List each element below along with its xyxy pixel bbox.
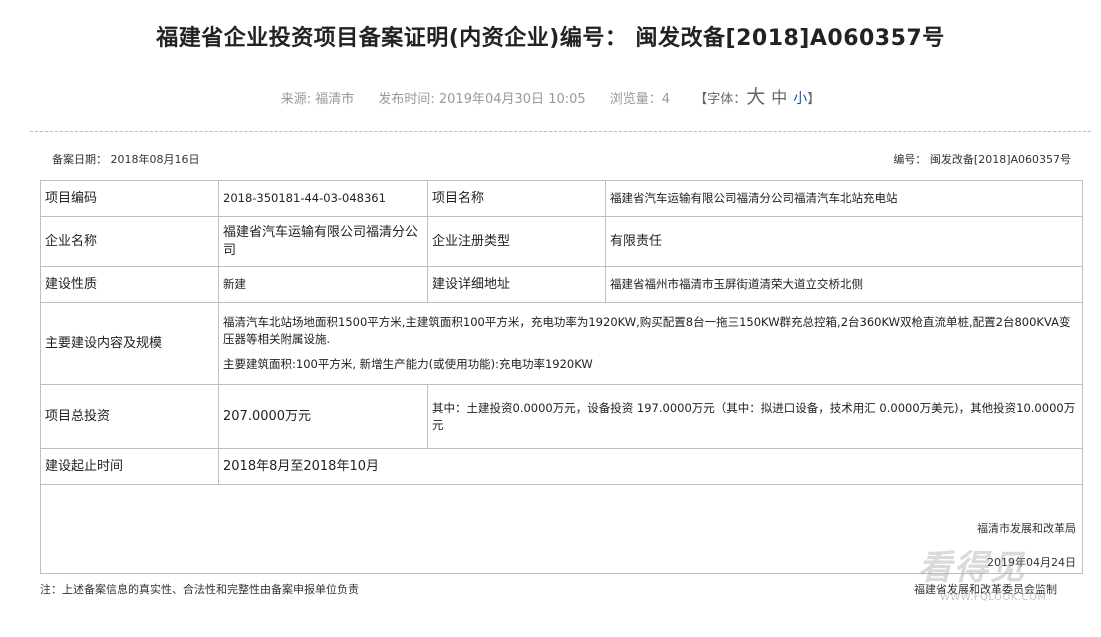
page-title: 福建省企业投资项目备案证明(内资企业)编号： 闽发改备[2018]A060357…	[156, 26, 945, 51]
signature-cell: 福清市发展和改革局 2019年04月24日	[40, 484, 1083, 574]
source-text: 来源: 福清市	[280, 92, 355, 107]
reg-type-value: 有限责任	[605, 216, 1083, 267]
investment-detail: 其中：土建投资0.0000万元，设备投资 197.0000万元（其中：拟进口设备…	[427, 384, 1083, 449]
issue-date: 2019年04月24日	[987, 556, 1076, 569]
font-mid-link[interactable]: 中	[771, 88, 787, 107]
table-row: 项目总投资 207.0000万元 其中：土建投资0.0000万元，设备投资 19…	[40, 384, 1083, 449]
font-bracket-close: 】	[807, 92, 821, 107]
font-small-link[interactable]: 小	[793, 91, 807, 107]
period-label: 建设起止时间	[40, 448, 219, 485]
project-name-label: 项目名称	[427, 180, 606, 217]
table-row: 建设起止时间 2018年8月至2018年10月	[40, 448, 1083, 485]
issuing-authority: 福清市发展和改革局	[977, 522, 1076, 535]
reg-type-label: 企业注册类型	[427, 216, 606, 267]
disclaimer-note: 注：上述备案信息的真实性、合法性和完整性由备案申报单位负责	[40, 583, 359, 596]
scale-line-2: 主要建筑面积:100平方米, 新增生产能力(或使用功能):充电功率1920KW	[223, 357, 593, 371]
address-value: 福建省福州市福清市玉屏街道清荣大道立交桥北侧	[605, 266, 1083, 303]
table-row: 福清市发展和改革局 2019年04月24日	[40, 484, 1083, 574]
table-row: 建设性质 新建 建设详细地址 福建省福州市福清市玉屏街道清荣大道立交桥北侧	[40, 266, 1083, 303]
project-code-label: 项目编码	[40, 180, 219, 217]
investment-label: 项目总投资	[40, 384, 219, 449]
view-count: 浏览量：4	[609, 92, 671, 107]
publish-time: 发布时间: 2019年04月30日 10:05	[378, 92, 586, 107]
record-date: 备案日期： 2018年08月16日	[52, 153, 200, 166]
scale-label: 主要建设内容及规模	[40, 302, 219, 385]
investment-value: 207.0000万元	[218, 384, 428, 449]
project-code-value: 2018-350181-44-03-048361	[218, 180, 428, 217]
address-label: 建设详细地址	[427, 266, 606, 303]
record-number: 编号： 闽发改备[2018]A060357号	[893, 153, 1071, 166]
filing-table: 项目编码 2018-350181-44-03-048361 项目名称 福建省汽车…	[40, 180, 1083, 574]
project-name-value: 福建省汽车运输有限公司福清分公司福清汽车北站充电站	[605, 180, 1083, 217]
article-meta: 来源: 福清市 发布时间: 2019年04月30日 10:05 浏览量：4 【字…	[0, 82, 1101, 109]
company-label: 企业名称	[40, 216, 219, 267]
font-size-switcher: 【字体：大中小】	[694, 86, 821, 108]
scale-line-1: 福清汽车北站场地面积1500平方米,主建筑面积100平方米，充电功率为1920K…	[223, 315, 1071, 346]
table-row: 项目编码 2018-350181-44-03-048361 项目名称 福建省汽车…	[40, 180, 1083, 217]
scale-value: 福清汽车北站场地面积1500平方米,主建筑面积100平方米，充电功率为1920K…	[218, 302, 1083, 385]
nature-value: 新建	[218, 266, 428, 303]
font-bracket-open: 【字体：	[694, 92, 747, 107]
period-value: 2018年8月至2018年10月	[218, 448, 1083, 485]
font-big-link[interactable]: 大	[746, 86, 765, 108]
supervisor-org: 福建省发展和改革委员会监制	[914, 583, 1057, 596]
dashed-divider	[30, 131, 1091, 132]
table-row: 企业名称 福建省汽车运输有限公司福清分公司 企业注册类型 有限责任	[40, 216, 1083, 267]
table-row: 主要建设内容及规模 福清汽车北站场地面积1500平方米,主建筑面积100平方米，…	[40, 302, 1083, 385]
nature-label: 建设性质	[40, 266, 219, 303]
company-value: 福建省汽车运输有限公司福清分公司	[218, 216, 428, 267]
